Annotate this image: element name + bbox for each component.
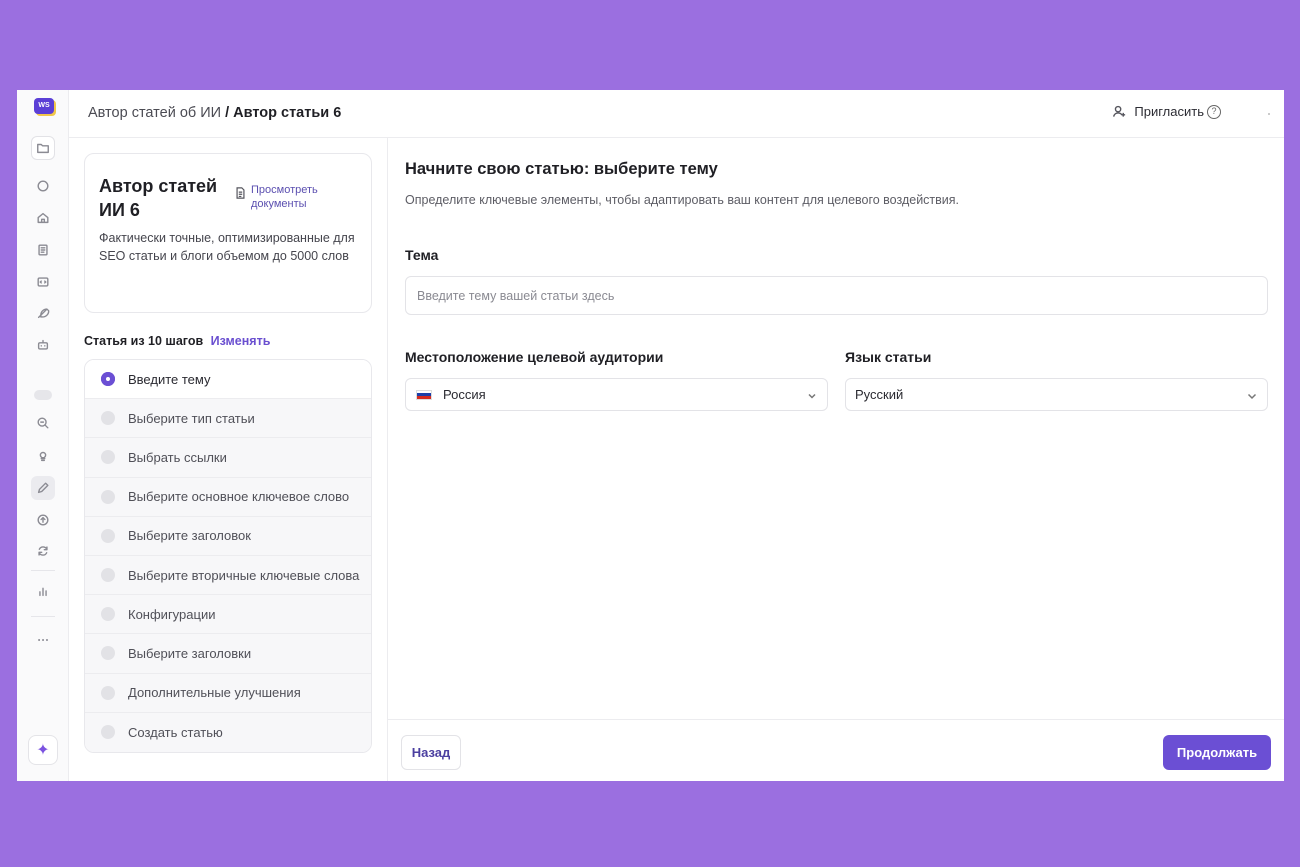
rail-divider bbox=[31, 616, 55, 617]
breadcrumb: Автор статей об ИИ / Автор статьи 6 bbox=[88, 105, 341, 121]
step-item[interactable]: Выберите основное ключевое слово bbox=[85, 477, 371, 517]
language-select[interactable]: Русский bbox=[845, 378, 1268, 411]
step-indicator bbox=[101, 450, 115, 465]
document-icon bbox=[236, 187, 245, 199]
step-item[interactable]: Создать статью bbox=[85, 712, 371, 752]
step-indicator bbox=[101, 607, 115, 622]
breadcrumb-current: Автор статьи 6 bbox=[233, 105, 342, 121]
view-docs-link[interactable]: Просмотреть документы bbox=[235, 183, 331, 211]
step-item[interactable]: Выбрать ссылки bbox=[85, 438, 371, 478]
tool-description: Фактически точные, оптимизированные для … bbox=[99, 231, 355, 263]
page-title: Начните свою статью: выберите тему bbox=[405, 160, 718, 178]
robot-icon[interactable] bbox=[31, 333, 55, 357]
location-select[interactable]: Россия bbox=[405, 378, 828, 411]
tool-sidebar: Автор статей ИИ 6 Просмотреть документы … bbox=[69, 138, 387, 781]
page-subtitle: Определите ключевые элементы, чтобы адап… bbox=[405, 193, 960, 207]
breadcrumb-separator: / bbox=[221, 105, 234, 121]
rail-divider bbox=[31, 570, 55, 571]
more-icon[interactable] bbox=[31, 628, 55, 652]
steps-heading: Статья из 10 шагов Изменять bbox=[84, 334, 270, 348]
main-content: Начните свою статью: выберите тему Опред… bbox=[387, 138, 1284, 781]
lightbulb-icon[interactable] bbox=[31, 444, 55, 468]
steps-list: Введите тему Выберите тип статьи Выбрать… bbox=[84, 359, 372, 753]
steps-heading-text: Статья из 10 шагов bbox=[84, 334, 204, 348]
language-value: Русский bbox=[855, 387, 904, 402]
upload-icon[interactable] bbox=[31, 508, 55, 532]
step-item[interactable]: Введите тему bbox=[85, 360, 371, 400]
edit-steps-link[interactable]: Изменять bbox=[211, 334, 271, 348]
user-plus-icon bbox=[1113, 105, 1126, 117]
step-indicator bbox=[101, 528, 115, 543]
logo[interactable]: WS bbox=[34, 98, 54, 114]
wizard-footer: Назад Продолжать bbox=[388, 719, 1284, 781]
topic-input[interactable] bbox=[405, 276, 1268, 315]
step-label: Выберите тип статьи bbox=[128, 410, 255, 426]
step-indicator bbox=[101, 725, 115, 740]
russia-flag-icon bbox=[416, 389, 432, 400]
step-label: Конфигурации bbox=[128, 606, 216, 622]
invite-label: Пригласить bbox=[1134, 104, 1204, 119]
step-label: Выберите основное ключевое слово bbox=[128, 489, 350, 505]
feather-icon[interactable] bbox=[31, 301, 55, 325]
continue-button[interactable]: Продолжать bbox=[1163, 735, 1271, 770]
icon-rail: WS ✦ bbox=[17, 90, 69, 781]
step-label: Выбрать ссылки bbox=[128, 449, 227, 465]
help-icon[interactable]: ? bbox=[1207, 105, 1221, 119]
language-label: Язык статьи bbox=[845, 349, 932, 365]
home-icon[interactable] bbox=[31, 206, 55, 230]
step-item[interactable]: Дополнительные улучшения bbox=[85, 673, 371, 713]
step-item[interactable]: Конфигурации bbox=[85, 595, 371, 635]
step-item[interactable]: Выберите заголовки bbox=[85, 634, 371, 674]
step-label: Выберите заголовки bbox=[128, 645, 252, 661]
chevron-down-icon bbox=[1247, 389, 1257, 400]
back-button[interactable]: Назад bbox=[401, 735, 461, 770]
tool-title: Автор статей ИИ 6 bbox=[99, 176, 218, 220]
step-label: Создать статью bbox=[128, 724, 223, 740]
code-icon[interactable] bbox=[31, 270, 55, 294]
toggle-icon[interactable] bbox=[34, 390, 52, 400]
tool-card: Автор статей ИИ 6 Просмотреть документы … bbox=[84, 153, 372, 313]
bar-chart-icon[interactable] bbox=[31, 579, 55, 603]
search-zoom-icon[interactable] bbox=[31, 411, 55, 435]
step-item[interactable]: Выберите вторичные ключевые слова bbox=[85, 555, 371, 596]
app-window: WS ✦ Автор статей об ИИ / Автор статьи 6… bbox=[17, 90, 1284, 781]
refresh-icon[interactable] bbox=[31, 539, 55, 563]
header-dot bbox=[1268, 113, 1270, 115]
step-indicator bbox=[101, 685, 115, 700]
step-label: Выберите вторичные ключевые слова bbox=[128, 567, 360, 583]
step-label: Введите тему bbox=[128, 371, 211, 387]
step-active-indicator bbox=[101, 372, 115, 387]
step-indicator bbox=[101, 568, 115, 583]
pencil-icon[interactable] bbox=[31, 476, 55, 500]
notebook-icon[interactable] bbox=[31, 238, 55, 262]
folder-icon[interactable] bbox=[31, 136, 55, 160]
invite-button[interactable]: Пригласить bbox=[1112, 104, 1204, 119]
step-item[interactable]: Выберите заголовок bbox=[85, 516, 371, 556]
location-value: Россия bbox=[443, 387, 486, 402]
sparkle-icon[interactable]: ✦ bbox=[28, 735, 58, 765]
top-header: Автор статей об ИИ / Автор статьи 6 Приг… bbox=[69, 90, 1284, 138]
step-label: Дополнительные улучшения bbox=[128, 685, 301, 701]
topic-label: Тема bbox=[405, 247, 439, 263]
step-indicator bbox=[101, 411, 115, 426]
view-docs-label: Просмотреть документы bbox=[251, 184, 318, 210]
loader-icon[interactable] bbox=[31, 174, 55, 198]
breadcrumb-parent[interactable]: Автор статей об ИИ bbox=[88, 105, 221, 121]
step-label: Выберите заголовок bbox=[128, 528, 251, 544]
step-indicator bbox=[101, 489, 115, 504]
chevron-down-icon bbox=[807, 389, 817, 399]
step-item[interactable]: Выберите тип статьи bbox=[85, 399, 371, 439]
step-indicator bbox=[101, 646, 115, 661]
location-label: Местоположение целевой аудитории bbox=[405, 349, 664, 365]
